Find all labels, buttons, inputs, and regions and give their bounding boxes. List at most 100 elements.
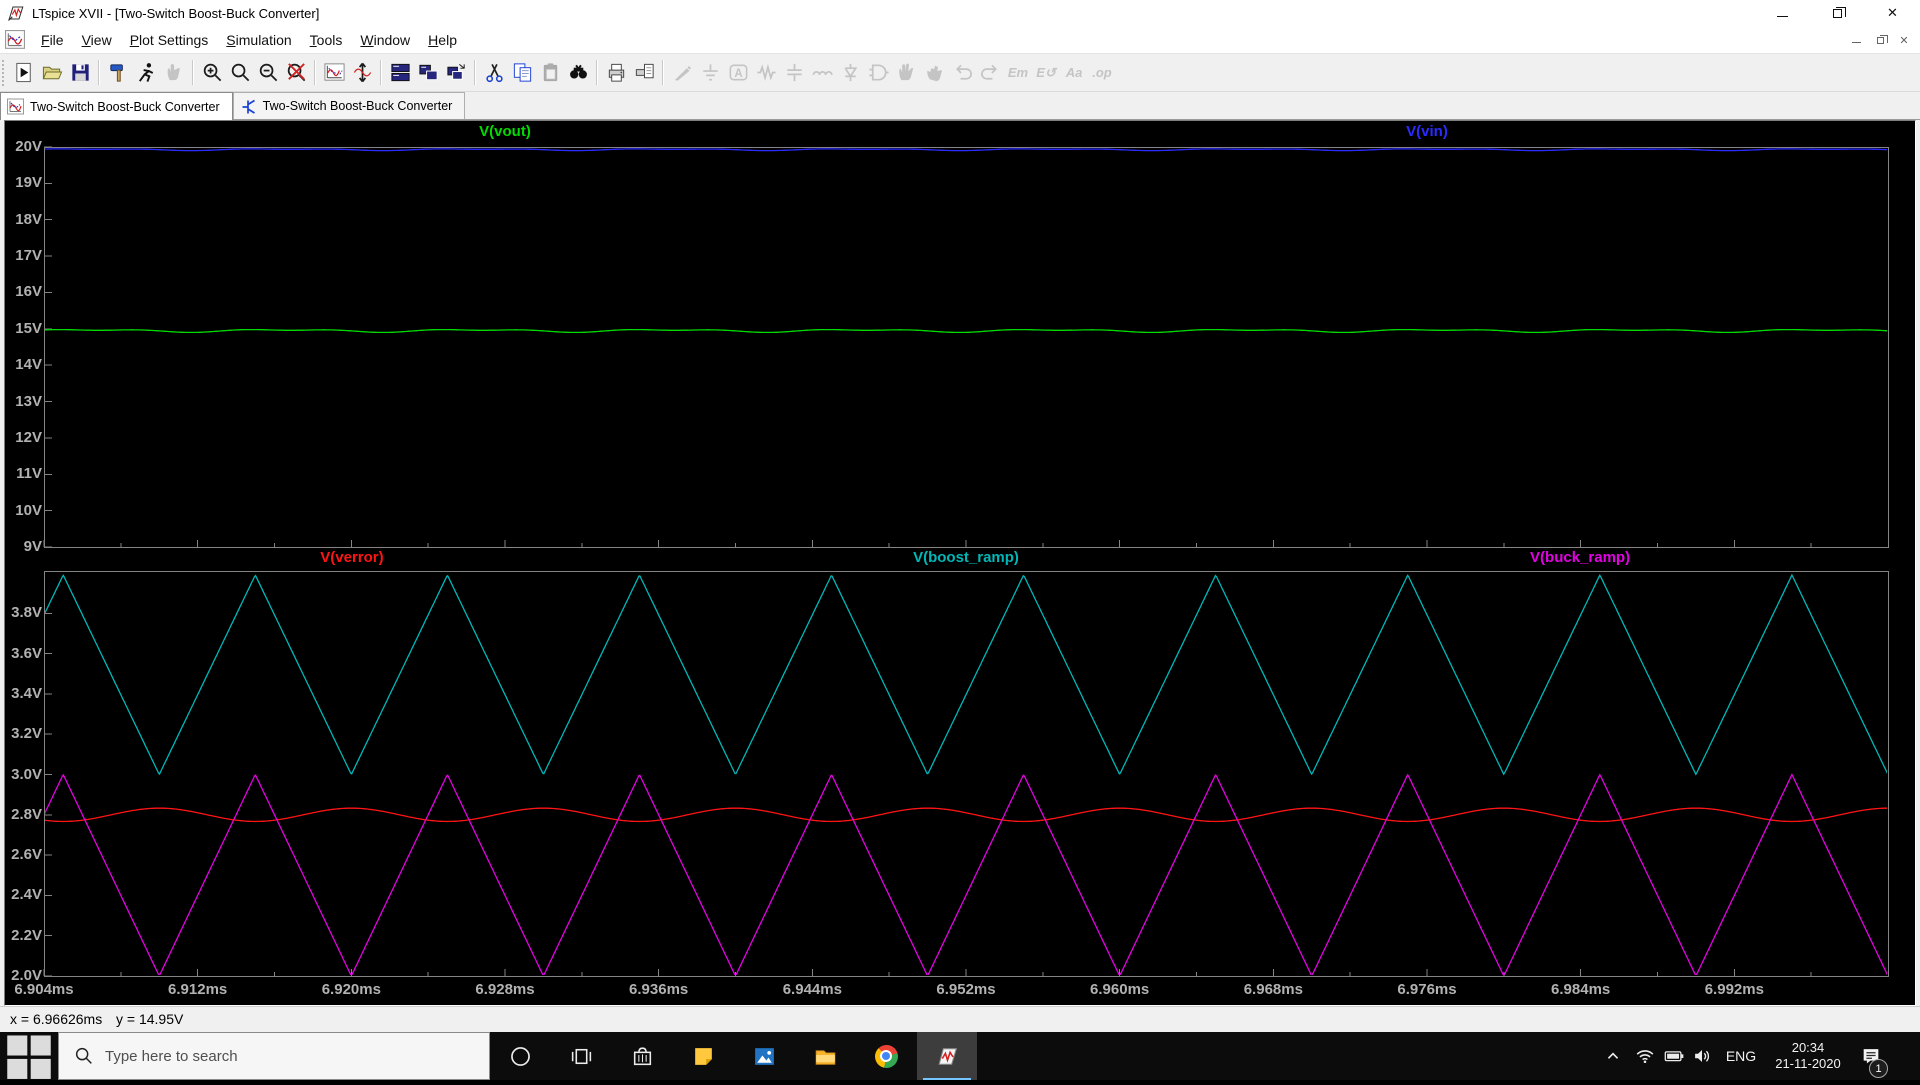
copy-icon[interactable]: [508, 58, 536, 88]
run-simulation-icon[interactable]: [132, 58, 160, 88]
waveform-plot-area[interactable]: 20V 19V 18V 17V 16V 15V 14V 13V 12V 11V 10V 9V 3.8V 3…: [4, 120, 1916, 1006]
toolbar-separator: [192, 60, 194, 85]
x-axis-tick-label: 6.944ms: [782, 981, 842, 998]
file-explorer-icon: [815, 1049, 835, 1065]
open-icon[interactable]: [38, 58, 66, 88]
toolbar-grip[interactable]: [2, 59, 6, 86]
tile-horizontally-icon[interactable]: [414, 58, 442, 88]
action-center-icon[interactable]: 1: [1856, 1032, 1900, 1080]
trace-label-v-buck-ramp[interactable]: V(buck_ramp): [1530, 549, 1630, 566]
trace-label-v-boost-ramp[interactable]: V(boost_ramp): [913, 549, 1019, 566]
find-icon[interactable]: [564, 58, 592, 88]
volume-icon[interactable]: [1687, 1032, 1717, 1080]
menu-view[interactable]: View: [73, 28, 121, 52]
restore-button[interactable]: [1810, 0, 1865, 26]
trace-label-v-verror[interactable]: V(verror): [320, 549, 383, 566]
y-axis-tick-label: 3.6V: [11, 644, 42, 662]
tray-chevron-icon[interactable]: [1598, 1032, 1628, 1080]
search-input[interactable]: [105, 1047, 435, 1065]
tile-vertically-icon[interactable]: [386, 58, 414, 88]
zoom-out-icon[interactable]: [254, 58, 282, 88]
x-axis-tick-label: 6.904ms: [14, 981, 74, 998]
y-axis-tick-label: 11V: [16, 465, 42, 483]
taskbar-search[interactable]: [58, 1032, 490, 1080]
menu-simulation[interactable]: Simulation: [217, 28, 300, 52]
inductor-icon[interactable]: [808, 58, 836, 88]
text-icon[interactable]: Aa: [1060, 58, 1088, 88]
x-axis-tick-label: 6.952ms: [936, 981, 996, 998]
resistor-icon[interactable]: [752, 58, 780, 88]
taskbar-app-file-explorer[interactable]: [795, 1032, 855, 1080]
zoom-in-icon[interactable]: [198, 58, 226, 88]
notification-badge: 1: [1869, 1059, 1888, 1078]
toolbar-separator: [662, 60, 664, 85]
undo-icon[interactable]: [948, 58, 976, 88]
autorange-icon[interactable]: [320, 58, 348, 88]
zoom-back-icon[interactable]: [226, 58, 254, 88]
mirror-icon[interactable]: Em: [1004, 58, 1032, 88]
trace-label-v-vin[interactable]: V(vin): [1406, 123, 1448, 140]
tab-label: Two-Switch Boost-Buck Converter: [262, 99, 453, 113]
close-button[interactable]: ✕: [1865, 0, 1920, 26]
draw-wire-icon[interactable]: [668, 58, 696, 88]
y-axis-tick-label: 2.2V: [11, 926, 42, 944]
menu-file[interactable]: File: [32, 28, 73, 52]
run-icon[interactable]: [10, 58, 38, 88]
component-icon[interactable]: [864, 58, 892, 88]
tab-schematic[interactable]: Two-Switch Boost-Buck Converter: [232, 92, 466, 119]
paste-icon[interactable]: [536, 58, 564, 88]
save-icon[interactable]: [66, 58, 94, 88]
drag-icon[interactable]: [920, 58, 948, 88]
control-panel-icon[interactable]: [104, 58, 132, 88]
print-preview-icon[interactable]: [630, 58, 658, 88]
zoom-full-extents-icon[interactable]: [282, 58, 310, 88]
taskbar-app-task-view[interactable]: [551, 1032, 611, 1080]
wifi-icon[interactable]: [1630, 1032, 1660, 1080]
tab-waveform[interactable]: Two-Switch Boost-Buck Converter: [0, 92, 233, 120]
start-button[interactable]: [0, 1032, 58, 1080]
x-axis-tick-label: 6.928ms: [475, 981, 535, 998]
halt-icon[interactable]: [160, 58, 188, 88]
taskbar-app-store[interactable]: [612, 1032, 672, 1080]
y-axis-tick-label: 3.2V: [11, 725, 42, 743]
cascade-windows-icon[interactable]: [442, 58, 470, 88]
cut-icon[interactable]: [480, 58, 508, 88]
toolbar-separator: [596, 60, 598, 85]
battery-icon[interactable]: [1659, 1032, 1689, 1080]
capacitor-icon[interactable]: [780, 58, 808, 88]
menu-tools[interactable]: Tools: [301, 28, 352, 52]
taskbar-app-photos[interactable]: [734, 1032, 794, 1080]
rotate-icon[interactable]: E↺: [1032, 58, 1060, 88]
menu-help[interactable]: Help: [419, 28, 466, 52]
desktop: LTspice XVII - [Two-Switch Boost-Buck Co…: [0, 0, 1920, 1080]
spice-directive-icon[interactable]: .op: [1088, 58, 1116, 88]
y-axis-tick-label: 2.8V: [11, 805, 42, 823]
y-axis-tick-label: 17V: [15, 247, 42, 265]
menu-window[interactable]: Window: [351, 28, 419, 52]
taskbar-app-ltspice[interactable]: [917, 1032, 977, 1080]
y-axis-tick-label: 20V: [15, 138, 42, 155]
window-title: LTspice XVII - [Two-Switch Boost-Buck Co…: [32, 5, 320, 21]
menu-plot-settings[interactable]: Plot Settings: [121, 28, 218, 52]
trace-label-v-vout[interactable]: V(vout): [479, 123, 531, 140]
taskbar-app-cortana[interactable]: [490, 1032, 550, 1080]
taskbar-app-chrome[interactable]: [856, 1032, 916, 1080]
child-close-button[interactable]: ✕: [1892, 30, 1916, 50]
child-restore-button[interactable]: [1868, 30, 1892, 50]
language-indicator[interactable]: ENG: [1720, 1032, 1762, 1080]
minimize-button[interactable]: [1755, 0, 1810, 26]
y-axis-tick-label: 13V: [15, 392, 42, 410]
label-net-icon[interactable]: A: [724, 58, 752, 88]
diode-icon[interactable]: [836, 58, 864, 88]
clock-time: 20:34: [1791, 1040, 1825, 1055]
taskbar-app-sticky-notes[interactable]: [673, 1032, 733, 1080]
cortana-icon: [510, 1046, 530, 1066]
redo-icon[interactable]: [976, 58, 1004, 88]
print-icon[interactable]: [602, 58, 630, 88]
ground-icon[interactable]: [696, 58, 724, 88]
move-icon[interactable]: [892, 58, 920, 88]
taskbar-clock[interactable]: 20:34 21-11-2020: [1764, 1032, 1852, 1080]
cursor-y-readout: y = 14.95V: [116, 1011, 184, 1027]
fit-axes-icon[interactable]: [348, 58, 376, 88]
child-minimize-button[interactable]: [1844, 30, 1868, 50]
